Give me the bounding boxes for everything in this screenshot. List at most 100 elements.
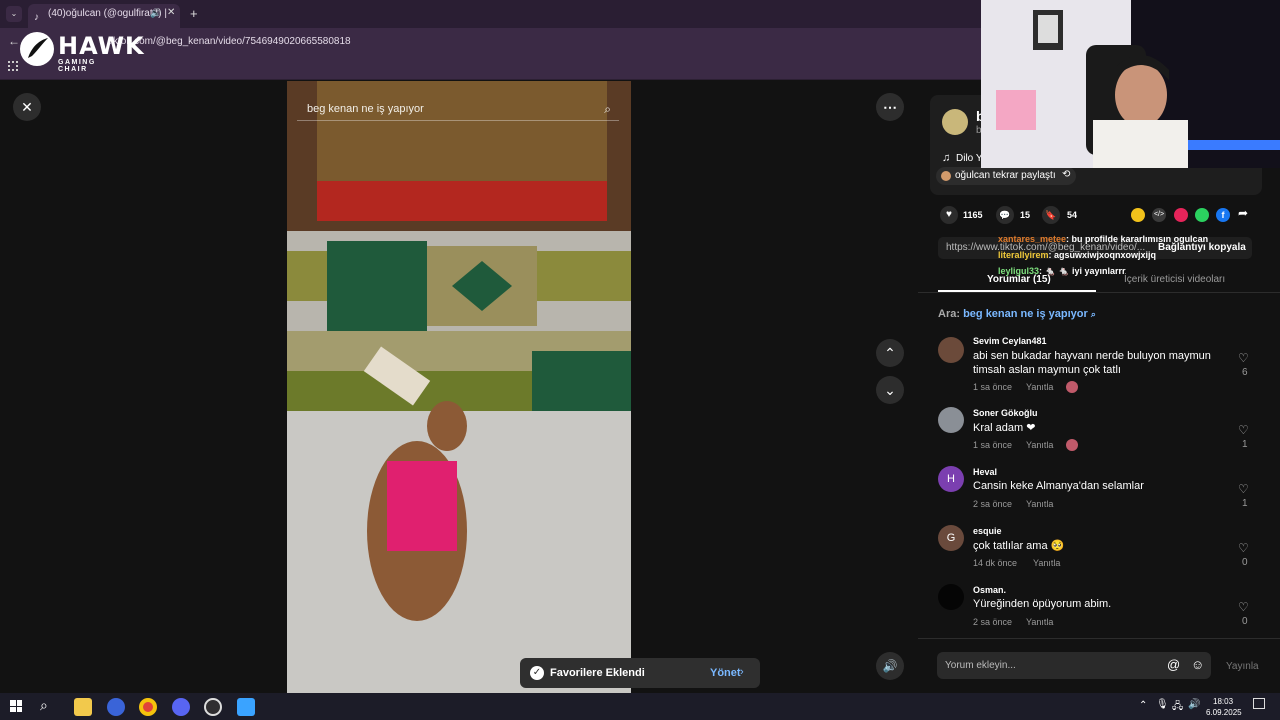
apps-grid-icon[interactable] [8, 61, 18, 71]
heart-icon[interactable]: ♥ [940, 206, 958, 224]
video-frame [287, 81, 631, 693]
embed-code-icon[interactable]: </> [1152, 208, 1166, 222]
chat-message: literallyirem: agsuwxiwjxoqnxowjxijq [998, 247, 1258, 263]
app-icon[interactable] [237, 698, 255, 716]
avatar[interactable] [938, 337, 964, 363]
video-search-overlay[interactable]: beg kenan ne iş yapıyor ⌕ [297, 97, 619, 121]
bookmark-icon[interactable]: 🔖 [1042, 206, 1060, 224]
chevron-up-icon[interactable]: ⌃ [1139, 700, 1147, 711]
whatsapp-icon[interactable] [1195, 208, 1209, 222]
comment-item: Osman. Yüreğinden öpüyorum abim. 2 sa ön… [938, 582, 1268, 630]
comment-user[interactable]: Sevim Ceylan481 [973, 336, 1047, 346]
coin-icon[interactable] [1131, 208, 1145, 222]
comment-item: H Heval Cansin keke Almanya'dan selamlar… [938, 464, 1268, 512]
app-icon[interactable] [107, 698, 125, 716]
facebook-icon[interactable]: f [1216, 208, 1230, 222]
comment-like-icon[interactable]: ♡ [1238, 351, 1249, 365]
comment-input[interactable]: Yorum ekleyin... @ ☺ [937, 652, 1211, 679]
repost-badge: oğulcan tekrar paylaştı ⟲ [936, 167, 1076, 185]
avatar[interactable] [938, 584, 964, 610]
comment-item: Sevim Ceylan481 abi sen bukadar hayvanı … [938, 333, 1268, 395]
comment-text: Kral adam ❤ [973, 422, 1036, 434]
author-avatar[interactable] [942, 109, 968, 135]
comment-like-icon[interactable]: ♡ [1238, 423, 1249, 437]
mention-icon[interactable]: @ [1167, 657, 1180, 672]
network-icon[interactable]: 🖧 [1172, 699, 1183, 716]
more-options-button[interactable]: ⋯ [876, 93, 904, 121]
new-tab-button[interactable]: + [190, 6, 198, 21]
hawk-feather-icon [20, 32, 54, 66]
comment-text: abi sen bukadar hayvanı nerde buluyon ma… [973, 350, 1211, 376]
tab-divider [918, 292, 1280, 293]
avatar[interactable]: G [938, 525, 964, 551]
avatar[interactable] [938, 407, 964, 433]
comment-input-placeholder: Yorum ekleyin... [945, 660, 1016, 671]
comment-text: çok tatlılar ama 🥺 [973, 540, 1065, 552]
check-circle-icon: ✓ [530, 666, 544, 680]
microphone-icon[interactable]: 🎙 [1156, 699, 1169, 710]
comment-like-count: 6 [1242, 367, 1248, 378]
back-arrow-icon[interactable]: ← [8, 34, 20, 48]
windows-start-icon[interactable] [10, 700, 22, 712]
comment-user[interactable]: esquie [973, 526, 1002, 536]
chat-user: xantares_metee [998, 234, 1067, 244]
chrome-icon[interactable] [139, 698, 157, 716]
chat-message: leyligul33: 🐁 🐁 iyi yayınlarrr [998, 263, 1258, 279]
comment-user[interactable]: Osman. [973, 585, 1006, 595]
search-query: beg kenan ne iş yapıyor [963, 308, 1088, 320]
webcam-overlay [981, 0, 1280, 168]
clock-time[interactable]: 18:03 [1213, 697, 1233, 706]
taskbar [0, 693, 1280, 720]
obs-icon[interactable] [204, 698, 222, 716]
music-label[interactable]: Dilo Y [956, 153, 983, 164]
file-explorer-icon[interactable] [74, 698, 92, 716]
avatar[interactable]: H [938, 466, 964, 492]
video-player[interactable] [287, 81, 631, 693]
toast-manage-link[interactable]: Yönet [710, 667, 741, 679]
close-video-button[interactable]: ✕ [13, 93, 41, 121]
comment-like-icon[interactable]: ♡ [1238, 482, 1249, 496]
notification-icon[interactable] [1253, 698, 1265, 709]
comment-text: Yüreğinden öpüyorum abim. [973, 598, 1112, 610]
creator-liked-icon [1066, 439, 1078, 451]
reply-link[interactable]: Yanıtla [1026, 617, 1053, 627]
post-comment-button[interactable]: Yayınla [1226, 661, 1259, 672]
reply-link[interactable]: Yanıtla [1026, 499, 1053, 509]
volume-button[interactable]: 🔊 [876, 652, 904, 680]
tab-audio-icon[interactable]: 🔊 [150, 8, 161, 19]
emoji-icon[interactable]: ☺ [1191, 657, 1204, 672]
clock-date[interactable]: 6.09.2025 [1206, 708, 1242, 717]
chat-message: xantares_metee: bu profilde kararlımısın… [998, 231, 1258, 247]
comment-icon[interactable]: 💬 [996, 206, 1014, 224]
comment-item: Soner Gökoğlu Kral adam ❤ 1 sa önce Yanı… [938, 405, 1268, 453]
reply-link[interactable]: Yanıtla [1026, 440, 1053, 450]
stream-chat: xantares_metee: bu profilde kararlımısın… [998, 231, 1258, 279]
chat-text: : 🐁 🐁 iyi yayınlarrr [1039, 266, 1126, 276]
tab-close-icon[interactable]: ✕ [167, 7, 175, 18]
comment-like-count: 1 [1242, 439, 1248, 450]
search-icon[interactable]: ⌕ [604, 97, 611, 121]
discord-icon[interactable] [172, 698, 190, 716]
search-suggestion[interactable]: Ara: beg kenan ne iş yapıyor ⌕ [938, 308, 1096, 320]
toast-notification: ✓ Favorilere Eklendi Yönet › [520, 658, 760, 688]
tab-list-button[interactable]: ⌄ [6, 6, 22, 22]
previous-video-button[interactable]: ⌃ [876, 339, 904, 367]
comment-like-icon[interactable]: ♡ [1238, 541, 1249, 555]
search-icon[interactable]: ⌕ [40, 697, 48, 714]
hawk-logo: HAWK GAMING CHAIR [20, 32, 144, 73]
reply-link[interactable]: Yanıtla [1026, 382, 1053, 392]
tiktok-favicon-icon: ♪ [34, 12, 39, 23]
send-icon[interactable] [1174, 208, 1188, 222]
music-icon: ♫ [942, 152, 951, 164]
saves-count: 54 [1067, 210, 1078, 220]
comment-like-icon[interactable]: ♡ [1238, 600, 1249, 614]
comment-user[interactable]: Heval [973, 467, 997, 477]
chat-user: leyligul33 [998, 266, 1040, 276]
share-arrow-icon[interactable]: ➦ [1238, 206, 1248, 220]
comment-user[interactable]: Soner Gökoğlu [973, 408, 1038, 418]
next-video-button[interactable]: ⌄ [876, 376, 904, 404]
repost-avatar-icon [941, 171, 951, 181]
volume-icon[interactable]: 🔊 [1188, 699, 1200, 710]
repost-icon: ⟲ [1062, 169, 1071, 180]
reply-link[interactable]: Yanıtla [1033, 558, 1060, 568]
